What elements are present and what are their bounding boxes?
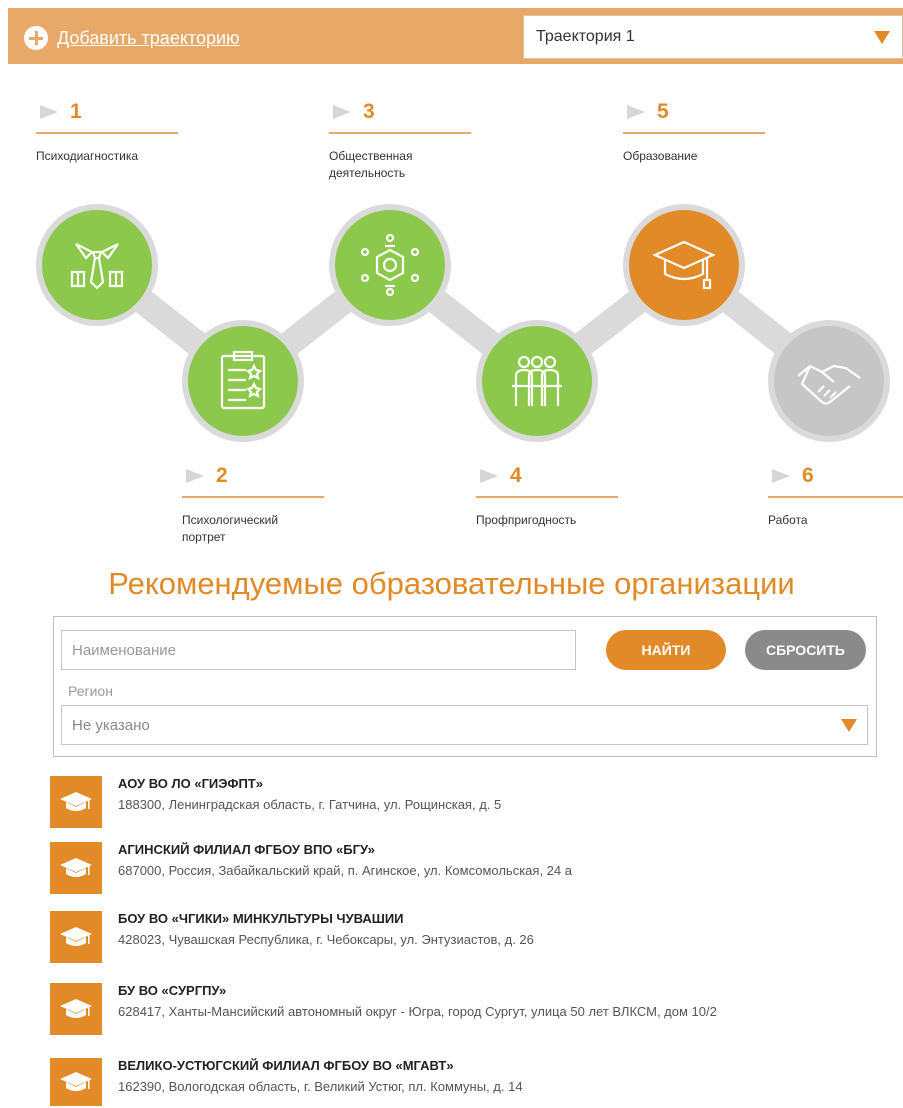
step-1[interactable]: 1 Психодиагностика — [36, 98, 186, 165]
step-divider — [768, 496, 903, 498]
step-divider — [36, 132, 178, 134]
region-select[interactable]: Не указано — [61, 705, 868, 745]
org-name: ВЕЛИКО-УСТЮГСКИЙ ФИЛИАЛ ФГБОУ ВО «МГАВТ» — [118, 1058, 454, 1073]
step-4-circle[interactable] — [476, 320, 598, 442]
org-address: 628417, Ханты-Мансийский автономный окру… — [118, 1004, 717, 1019]
step-5-circle[interactable] — [623, 204, 745, 326]
graduation-cap-icon — [60, 858, 92, 877]
region-select-value: Не указано — [72, 716, 150, 734]
step-1-circle[interactable] — [36, 204, 158, 326]
community-icon — [360, 233, 420, 297]
graduation-cap-icon — [652, 240, 716, 290]
section-title: Рекомендуемые образовательные организаци… — [108, 566, 795, 601]
arrow-right-icon — [480, 469, 498, 483]
arrow-right-icon — [40, 105, 58, 119]
step-5[interactable]: 5 Образование — [623, 98, 773, 165]
org-address: 687000, Россия, Забайкальский край, п. А… — [118, 863, 572, 878]
graduation-cap-icon — [60, 1072, 92, 1091]
org-address: 428023, Чувашская Республика, г. Чебокса… — [118, 932, 534, 947]
arrow-right-icon — [627, 105, 645, 119]
org-icon — [50, 776, 102, 828]
chevron-down-icon — [841, 718, 857, 732]
region-label: Регион — [68, 683, 113, 699]
graduation-cap-icon — [60, 792, 92, 811]
org-icon — [50, 911, 102, 963]
step-label: Работа — [768, 513, 808, 527]
arrow-right-icon — [333, 105, 351, 119]
name-search-input[interactable] — [61, 630, 576, 670]
step-6-circle[interactable] — [768, 320, 890, 442]
arrow-right-icon — [772, 469, 790, 483]
org-icon — [50, 842, 102, 894]
clipboard-icon — [220, 350, 266, 410]
org-address: 188300, Ленинградская область, г. Гатчин… — [118, 797, 502, 812]
step-3-circle[interactable] — [329, 204, 451, 326]
step-number: 4 — [510, 464, 522, 487]
graduation-cap-icon — [60, 927, 92, 946]
step-number: 3 — [363, 100, 375, 123]
org-name: АГИНСКИЙ ФИЛИАЛ ФГБОУ ВПО «БГУ» — [118, 842, 375, 857]
step-4[interactable]: 4 Профпригодность — [476, 462, 626, 529]
tie-icon — [70, 243, 124, 290]
step-divider — [476, 496, 618, 498]
step-2-circle[interactable] — [182, 320, 304, 442]
org-name: БУ ВО «СУРГПУ» — [118, 983, 227, 998]
org-name: БОУ ВО «ЧГИКИ» МИНКУЛЬТУРЫ ЧУВАШИИ — [118, 911, 404, 926]
step-number: 6 — [802, 464, 814, 487]
handshake-icon — [797, 364, 861, 405]
step-number: 2 — [216, 464, 228, 487]
step-label: Психологический портрет — [182, 513, 279, 544]
step-2[interactable]: 2 Психологический портрет — [182, 462, 332, 546]
team-icon — [512, 355, 562, 406]
step-number: 5 — [657, 100, 669, 123]
step-label: Образование — [623, 149, 698, 163]
step-divider — [329, 132, 471, 134]
arrow-right-icon — [186, 469, 204, 483]
find-button[interactable]: НАЙТИ — [606, 630, 726, 670]
graduation-cap-icon — [60, 999, 92, 1018]
org-icon — [50, 1058, 102, 1106]
filter-panel: НАЙТИ СБРОСИТЬ Регион Не указано — [53, 616, 877, 757]
step-6[interactable]: 6 Работа — [768, 462, 903, 529]
step-label: Профпригодность — [476, 513, 577, 527]
step-divider — [182, 496, 324, 498]
org-name: АОУ ВО ЛО «ГИЭФПТ» — [118, 776, 263, 791]
step-3[interactable]: 3 Общественная деятельность — [329, 98, 479, 182]
step-label: Психодиагностика — [36, 149, 139, 163]
reset-button[interactable]: СБРОСИТЬ — [745, 630, 866, 670]
org-icon — [50, 983, 102, 1035]
step-label: Общественная деятельность — [329, 149, 413, 180]
org-address: 162390, Вологодская область, г. Великий … — [118, 1079, 523, 1094]
step-number: 1 — [70, 100, 82, 123]
step-divider — [623, 132, 765, 134]
